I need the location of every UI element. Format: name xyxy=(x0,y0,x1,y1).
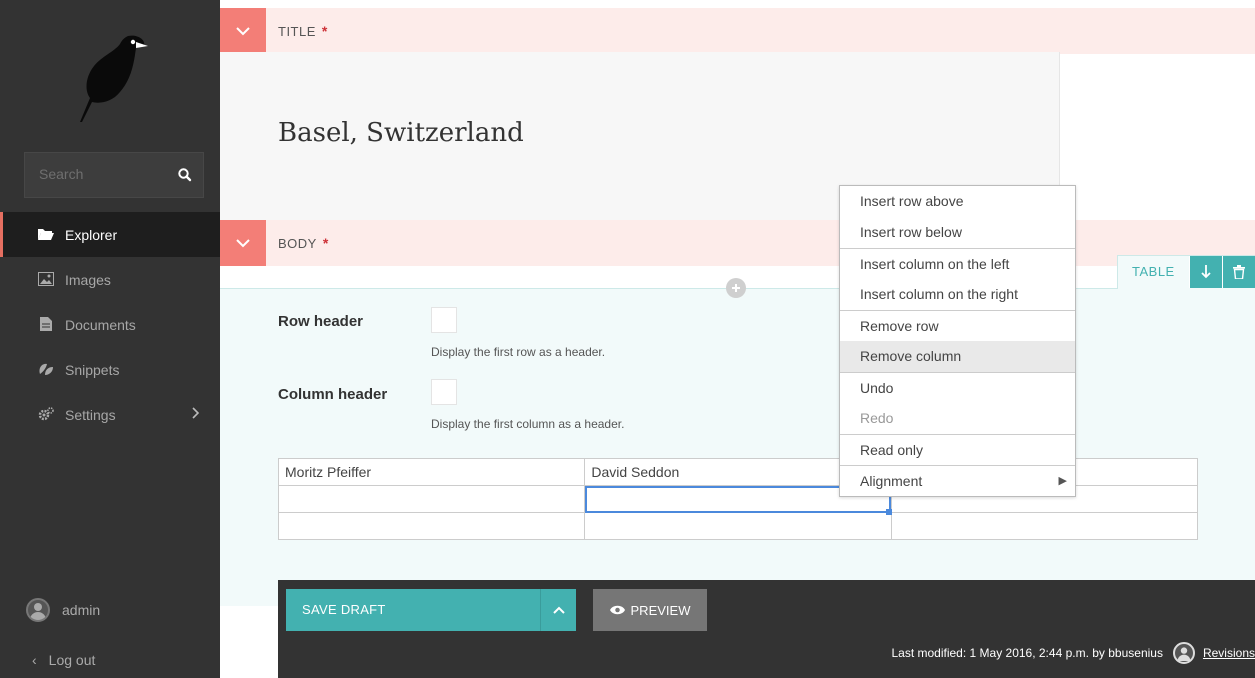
account-name: admin xyxy=(62,602,101,618)
save-draft-button-group: SAVE DRAFT xyxy=(286,589,576,631)
nav-label: Images xyxy=(65,271,111,288)
menu-item-remove-row[interactable]: Remove row xyxy=(840,310,1075,341)
wagtail-logo[interactable] xyxy=(76,32,150,124)
menu-item-insert-column-left[interactable]: Insert column on the left xyxy=(840,248,1075,279)
logout-link[interactable]: ‹ Log out xyxy=(32,652,95,668)
last-modified-info: Last modified: 1 May 2016, 2:44 p.m. by … xyxy=(891,642,1255,664)
nav-item-settings[interactable]: Settings xyxy=(0,392,220,437)
revisions-link[interactable]: Revisions xyxy=(1203,646,1255,660)
table-row xyxy=(277,512,1199,540)
preview-label: PREVIEW xyxy=(630,602,691,618)
column-header-label: Column header xyxy=(278,386,388,403)
title-field-label: TITLE xyxy=(278,23,316,39)
plus-icon xyxy=(732,284,740,292)
table-context-menu: Insert row above Insert row below Insert… xyxy=(839,185,1076,497)
nav-label: Settings xyxy=(65,406,116,423)
required-marker: * xyxy=(321,23,328,39)
user-avatar-icon xyxy=(1172,642,1195,664)
nav-label: Documents xyxy=(65,316,136,333)
body-field-header: BODY * xyxy=(220,220,1255,266)
account-menu[interactable]: admin xyxy=(26,598,100,622)
nav-label: Explorer xyxy=(65,226,118,243)
menu-item-undo[interactable]: Undo xyxy=(840,372,1075,403)
logout-label: Log out xyxy=(48,652,96,668)
table-cell[interactable] xyxy=(584,512,892,540)
snippet-icon xyxy=(38,362,54,376)
search-input[interactable] xyxy=(39,166,169,182)
action-footer: SAVE DRAFT PREVIEW Last modified: 1 May … xyxy=(278,580,1255,678)
cogs-icon xyxy=(38,407,54,421)
chevron-down-icon xyxy=(236,27,250,36)
menu-item-redo: Redo xyxy=(860,410,894,426)
user-avatar-icon xyxy=(26,598,50,622)
nav-item-snippets[interactable]: Snippets xyxy=(0,347,220,392)
table-cell[interactable] xyxy=(890,512,1199,540)
selection-fill-handle[interactable] xyxy=(886,509,892,515)
menu-item-remove-column[interactable]: Remove column xyxy=(840,341,1075,372)
table-cell[interactable] xyxy=(277,512,586,540)
submenu-arrow-icon: ▶ xyxy=(1058,475,1067,487)
arrow-down-icon xyxy=(1201,265,1211,279)
nav-item-images[interactable]: Images xyxy=(0,257,220,302)
menu-item-read-only[interactable]: Read only xyxy=(840,434,1075,465)
save-draft-button[interactable]: SAVE DRAFT xyxy=(286,589,540,631)
column-header-help: Display the first column as a header. xyxy=(431,417,625,431)
more-actions-toggle[interactable] xyxy=(540,589,576,631)
trash-icon xyxy=(1232,265,1245,279)
image-icon xyxy=(38,272,54,286)
row-header-help: Display the first row as a header. xyxy=(431,345,606,359)
nav-item-documents[interactable]: Documents xyxy=(0,302,220,347)
collapse-body-toggle[interactable] xyxy=(220,220,266,266)
title-field-header: TITLE * xyxy=(220,8,1255,54)
collapse-title-toggle[interactable] xyxy=(220,8,266,54)
row-header-label: Row header xyxy=(278,313,364,330)
editor-main: TITLE * Basel, Switzerland BODY * TABLE … xyxy=(220,0,1255,678)
chevron-right-icon xyxy=(192,406,200,422)
table-cell[interactable] xyxy=(277,485,586,513)
block-type-label: TABLE xyxy=(1132,264,1175,279)
column-header-checkbox[interactable] xyxy=(431,379,457,405)
table-block xyxy=(220,288,1255,606)
move-down-button[interactable] xyxy=(1188,256,1222,288)
document-icon xyxy=(38,317,54,331)
nav-label: Snippets xyxy=(65,361,120,378)
main-nav: Explorer Images Documents Snippets Setti… xyxy=(0,212,220,437)
sidebar: Explorer Images Documents Snippets Setti… xyxy=(0,0,220,678)
folder-open-icon xyxy=(38,227,54,241)
title-value: Basel, Switzerland xyxy=(278,118,524,148)
table-cell[interactable]: Moritz Pfeiffer xyxy=(277,458,586,486)
block-toolbar: TABLE xyxy=(1117,255,1255,289)
eye-icon xyxy=(609,603,625,618)
menu-item-label: Alignment xyxy=(860,473,923,489)
add-block-button[interactable] xyxy=(726,278,746,298)
chevron-up-icon xyxy=(552,606,565,614)
preview-button[interactable]: PREVIEW xyxy=(593,589,707,631)
menu-item-insert-row-above[interactable]: Insert row above xyxy=(840,186,1075,217)
search-icon[interactable] xyxy=(177,167,193,183)
menu-item-alignment[interactable]: Alignment ▶ xyxy=(840,465,1075,496)
row-header-checkbox[interactable] xyxy=(431,307,457,333)
delete-block-button[interactable] xyxy=(1221,256,1255,288)
required-marker: * xyxy=(322,235,329,251)
nav-item-explorer[interactable]: Explorer xyxy=(0,212,220,257)
chevron-left-icon: ‹ xyxy=(32,652,37,668)
body-field-label: BODY xyxy=(278,235,317,251)
menu-item-insert-row-below[interactable]: Insert row below xyxy=(840,217,1075,248)
last-modified-text: Last modified: 1 May 2016, 2:44 p.m. by … xyxy=(891,646,1163,660)
search-box xyxy=(24,152,204,198)
chevron-down-icon xyxy=(236,239,250,248)
menu-item-insert-column-right[interactable]: Insert column on the right xyxy=(840,279,1075,310)
